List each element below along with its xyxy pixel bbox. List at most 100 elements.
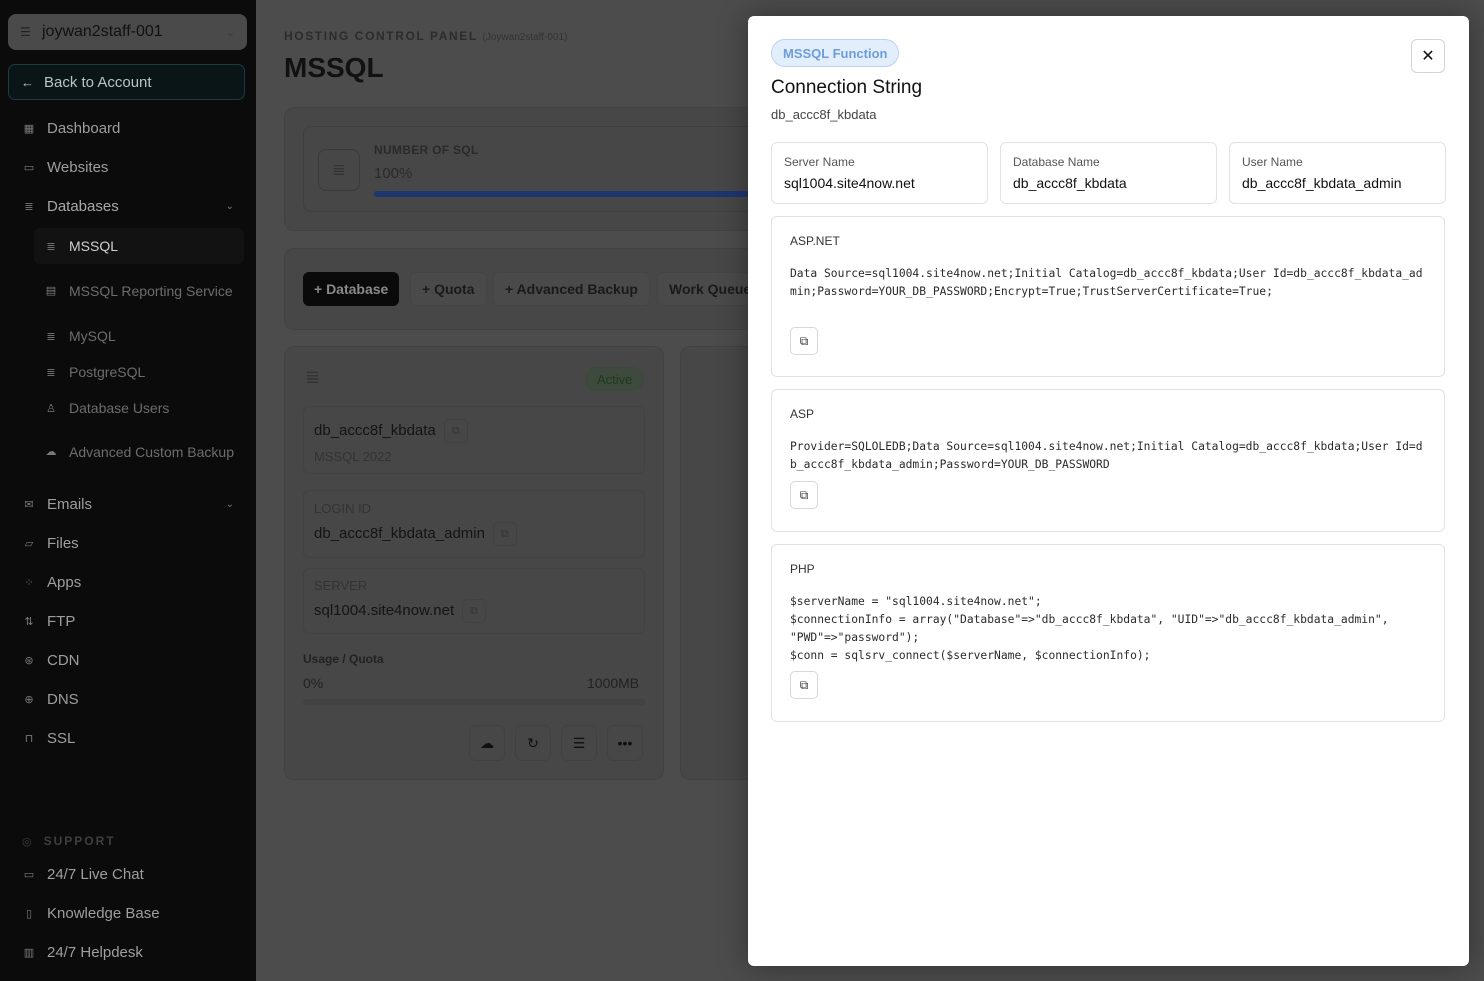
server-name-label: Server Name	[784, 155, 855, 169]
sidebar-item-ssl[interactable]: ⊓ SSL	[12, 720, 244, 756]
sidebar-item-label: Databases	[47, 197, 119, 215]
copy-icon: ⧉	[799, 333, 809, 348]
sidebar-item-label: Websites	[47, 158, 109, 176]
back-to-account-button[interactable]: ← Back to Account	[8, 64, 245, 100]
chat-icon: ▭	[23, 868, 35, 881]
book-icon: ▯	[25, 907, 33, 920]
usage-label: Usage / Quota	[303, 652, 384, 666]
support-heading: ◎ SUPPORT	[22, 834, 116, 848]
server-label: SERVER	[314, 578, 368, 593]
sidebar-item-ftp[interactable]: ⇅ FTP	[12, 603, 244, 639]
usage-value: 0%	[303, 675, 324, 691]
report-icon: ▤	[45, 284, 57, 297]
stat-box: ≣ NUMBER OF SQL 100%	[303, 126, 764, 212]
user-name-field: User Name db_accc8f_kbdata_admin	[1229, 142, 1446, 204]
account-name: joywan2staff-001	[42, 23, 163, 40]
database-card: ≣ Active db_accc8f_kbdata ⧉ MSSQL 2022 LO…	[284, 346, 664, 780]
page-eyebrow: HOSTING CONTROL PANEL (Joywan2staff-001)	[284, 29, 567, 43]
transfer-icon: ⇅	[24, 615, 34, 628]
user-name-label: User Name	[1242, 155, 1303, 169]
database-icon: ≣	[24, 200, 34, 213]
modal-title: Connection String	[771, 77, 923, 98]
stat-progress-bar	[374, 191, 764, 197]
server-settings-button[interactable]: ☰	[561, 725, 597, 761]
server-stack-icon: ☰	[572, 734, 586, 751]
sidebar-item-databases[interactable]: ≣ Databases ⌄	[12, 188, 244, 224]
sidebar-item-database-users[interactable]: ♙ Database Users	[34, 390, 244, 426]
sidebar-item-mysql[interactable]: ≣ MySQL	[34, 318, 244, 354]
sidebar-item-label: PostgreSQL	[69, 364, 146, 380]
cloud-icon: ☁	[480, 734, 494, 751]
server-name-field: Server Name sql1004.site4now.net	[771, 142, 988, 204]
sidebar-item-emails[interactable]: ✉ Emails ⌄	[12, 486, 244, 522]
add-database-button[interactable]: + Database	[303, 272, 400, 306]
sidebar-item-label: Apps	[47, 573, 82, 591]
close-button[interactable]: ✕	[1411, 39, 1445, 73]
sidebar-item-cdn[interactable]: ⊛ CDN	[12, 642, 244, 678]
copy-aspnet-button[interactable]: ⧉	[790, 327, 818, 355]
db-name-row: db_accc8f_kbdata ⧉ MSSQL 2022	[303, 406, 645, 474]
asp-label: ASP	[790, 407, 815, 421]
sidebar-item-label: CDN	[47, 651, 80, 669]
copy-icon[interactable]: ⧉	[492, 522, 517, 546]
copy-icon[interactable]: ⧉	[443, 419, 468, 443]
lock-icon: ⊓	[24, 732, 34, 745]
eyebrow-text: HOSTING CONTROL PANEL	[284, 29, 478, 43]
database-name-field: Database Name db_accc8f_kbdata	[1000, 142, 1217, 204]
sidebar-item-advanced-custom-backup[interactable]: ☁ Advanced Custom Backup	[34, 432, 244, 472]
copy-php-button[interactable]: ⧉	[790, 671, 818, 699]
back-label: Back to Account	[44, 73, 152, 91]
add-quota-button[interactable]: + Quota	[410, 272, 487, 306]
database-icon: ≣	[46, 366, 56, 379]
help-icon: ◎	[22, 835, 34, 848]
eyebrow-account: (Joywan2staff-001)	[482, 32, 568, 43]
login-row: LOGIN ID db_accc8f_kbdata_admin ⧉	[303, 490, 645, 558]
status-badge: Active	[585, 367, 645, 391]
copy-asp-button[interactable]: ⧉	[790, 481, 818, 509]
sidebar-item-label: 24/7 Helpdesk	[47, 943, 143, 961]
sidebar-item-dashboard[interactable]: ▦ Dashboard	[12, 110, 244, 146]
network-icon: ⊛	[24, 654, 34, 667]
cloud-backup-button[interactable]: ☁	[469, 725, 505, 761]
sidebar-item-dns[interactable]: ⊕ DNS	[12, 681, 244, 717]
sidebar-item-label: Files	[47, 534, 79, 552]
toolbar-card: + Database + Quota + Advanced Backup Wor…	[284, 248, 777, 330]
more-options-button[interactable]: •••	[607, 725, 643, 761]
server-row: SERVER sql1004.site4now.net ⧉	[303, 568, 645, 634]
copy-icon: ⧉	[799, 677, 809, 692]
window-icon: ▭	[23, 161, 35, 174]
sidebar-item-label: Emails	[47, 495, 93, 513]
sidebar-item-mssql[interactable]: ≣ MSSQL	[34, 228, 244, 264]
sidebar-item-helpdesk[interactable]: ▥ 24/7 Helpdesk	[12, 934, 244, 970]
sidebar-item-postgresql[interactable]: ≣ PostgreSQL	[34, 354, 244, 390]
database-name-label: Database Name	[1013, 155, 1100, 169]
sidebar-item-mssql-reporting[interactable]: ▤ MSSQL Reporting Service	[34, 271, 244, 311]
sidebar-item-label: Dashboard	[47, 119, 121, 137]
page-title: MSSQL	[284, 52, 384, 83]
php-connection-box: PHP $serverName = "sql1004.site4now.net"…	[771, 544, 1445, 722]
account-selector[interactable]: ☰ joywan2staff-001 ⌄	[8, 14, 247, 50]
sidebar-item-label: MSSQL Reporting Service	[69, 282, 233, 299]
sidebar-item-files[interactable]: ▱ Files	[12, 525, 244, 561]
quota-value: 1000MB	[587, 675, 640, 691]
copy-icon: ⧉	[799, 487, 809, 502]
database-icon: ≣	[46, 240, 56, 253]
copy-icon[interactable]: ⧉	[462, 599, 487, 623]
user-name-value: db_accc8f_kbdata_admin	[1242, 175, 1402, 191]
aspnet-code: Data Source=sql1004.site4now.net;Initial…	[790, 267, 1423, 298]
sidebar-item-label: FTP	[47, 612, 76, 630]
php-label: PHP	[790, 562, 815, 576]
asp-connection-box: ASP Provider=SQLOLEDB;Data Source=sql100…	[771, 389, 1445, 532]
server-icon: ☰	[20, 25, 31, 39]
server-name-value: sql1004.site4now.net	[784, 175, 915, 191]
mail-icon: ✉	[24, 498, 34, 511]
sidebar-item-apps[interactable]: ⁘ Apps	[12, 564, 244, 600]
sidebar-item-websites[interactable]: ▭ Websites	[12, 149, 244, 185]
sidebar-item-knowledge-base[interactable]: ▯ Knowledge Base	[12, 895, 244, 931]
sidebar-item-live-chat[interactable]: ▭ 24/7 Live Chat	[12, 856, 244, 892]
server-text: sql1004.site4now.net	[314, 601, 455, 619]
advanced-backup-button[interactable]: + Advanced Backup	[493, 272, 650, 306]
folder-icon: ▱	[24, 537, 34, 550]
cloud-icon: ☁	[45, 445, 57, 458]
refresh-button[interactable]: ↻	[515, 725, 551, 761]
